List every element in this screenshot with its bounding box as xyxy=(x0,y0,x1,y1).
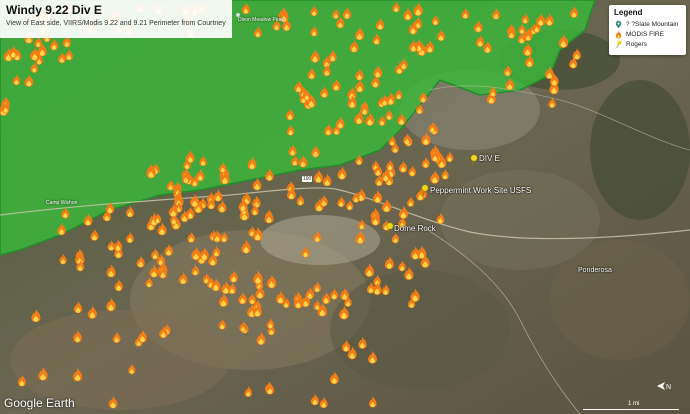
google-earth-watermark: Google Earth xyxy=(4,396,75,410)
road-shield: 190 xyxy=(302,176,313,182)
label-div-e[interactable]: DIV E xyxy=(479,154,500,163)
label-peak: Dixon Meadow Peak xyxy=(238,17,284,23)
pushpin-icon[interactable] xyxy=(470,154,478,167)
pushpin-icon[interactable] xyxy=(386,222,394,235)
placemark-pins xyxy=(236,13,478,235)
compass-label: N xyxy=(666,384,671,391)
pushpin-icon[interactable] xyxy=(421,184,429,197)
label-campground: Camp Wishon xyxy=(46,200,78,206)
scale-line xyxy=(583,409,679,410)
map-viewport[interactable]: Windy 9.22 Div E View of East side, VIIR… xyxy=(0,0,690,414)
scale-label: 1 mi xyxy=(628,401,640,407)
scale-bar: 1 mi xyxy=(583,401,679,410)
label-dome-rock[interactable]: Dome Rock xyxy=(394,224,436,233)
label-ponderosa: Ponderosa xyxy=(578,267,612,274)
compass-icon[interactable]: N xyxy=(656,380,672,392)
label-peppermint-work-site[interactable]: Peppermint Work Site USFS xyxy=(430,186,531,195)
